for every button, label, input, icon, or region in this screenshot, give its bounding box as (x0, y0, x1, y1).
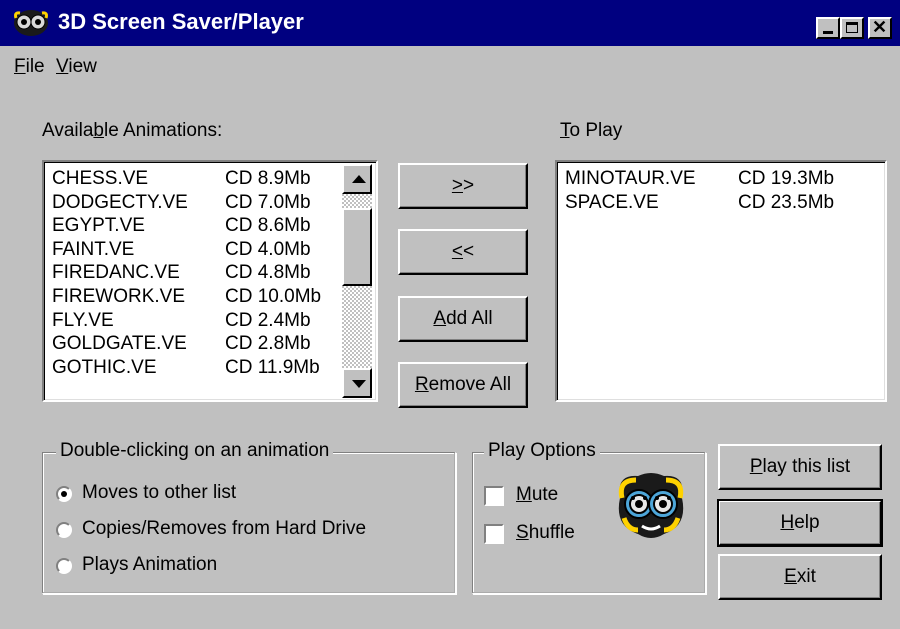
menu-file[interactable]: File (14, 56, 45, 78)
list-item-info: CD 8.6Mb (225, 215, 311, 237)
menu-file-label: ile (25, 56, 45, 77)
list-item-info: CD 2.8Mb (225, 333, 311, 355)
list-item-info: CD 7.0Mb (225, 191, 311, 213)
close-icon: ✕ (872, 17, 888, 37)
list-item-name: CHESS.VE (52, 168, 149, 189)
menu-view[interactable]: View (56, 56, 97, 78)
play-this-list-button[interactable]: Play this list (718, 444, 882, 490)
list-item-name: MINOTAUR.VE (565, 168, 696, 189)
list-item-info: CD 4.8Mb (225, 262, 311, 284)
radio-moves-label: Moves to other list (82, 482, 237, 503)
radio-plays-animation[interactable] (56, 558, 72, 574)
radio-copies-removes[interactable] (56, 522, 72, 538)
mute-checkbox[interactable] (484, 486, 504, 506)
available-listbox[interactable]: CHESS.VE CD 8.9Mb DODGECTY.VE CD 7.0Mb EGYPT… (42, 160, 378, 402)
list-item-info: CD 19.3Mb (738, 168, 835, 189)
shuffle-label: Shuffle (516, 522, 575, 543)
list-item[interactable]: FLY.VE CD 2.4Mb (52, 309, 311, 333)
shuffle-checkbox[interactable] (484, 524, 504, 544)
move-right-button[interactable]: >> (398, 163, 528, 209)
scroll-up-button[interactable] (342, 164, 372, 194)
list-item-info: CD 8.9Mb (225, 168, 311, 189)
radio-plays-label: Plays Animation (82, 554, 218, 575)
list-item-name: FAINT.VE (52, 238, 135, 260)
list-item-name: EGYPT.VE (52, 215, 145, 237)
list-item-info: CD 23.5Mb (738, 191, 835, 213)
move-left-button[interactable]: << (398, 229, 528, 275)
list-item-info: CD 11.9Mb (225, 356, 320, 378)
list-item[interactable]: SPACE.VE CD 23.5Mb (565, 191, 834, 215)
radio-copies-label: Copies/Removes from Hard Drive (82, 518, 367, 539)
list-item-name: FIREWORK.VE (52, 286, 186, 307)
list-item-info: CD 10.0Mb (225, 286, 322, 307)
list-item-name: GOLDGATE.VE (52, 333, 187, 355)
list-item[interactable]: DODGECTY.VE CD 7.0Mb (52, 191, 311, 215)
radio-moves-to-other-list[interactable] (56, 486, 72, 502)
list-item[interactable]: GOTHIC.VE CD 11.9Mb (52, 356, 320, 380)
remove-all-button[interactable]: Remove All (398, 362, 528, 408)
list-item[interactable]: FAINT.VE CD 4.0Mb (52, 238, 311, 262)
list-item[interactable]: FIREDANC.VE CD 4.8Mb (52, 261, 311, 285)
scroll-down-button[interactable] (342, 368, 372, 398)
double-click-legend: Double-clicking on an animation (56, 440, 334, 462)
list-item-info: CD 4.0Mb (225, 238, 311, 260)
menu-view-key: V (56, 56, 69, 77)
arrow-down-icon (352, 380, 366, 388)
arrow-up-icon (352, 175, 366, 183)
list-item-name: DODGECTY.VE (52, 191, 188, 213)
list-item[interactable]: EGYPT.VE CD 8.6Mb (52, 214, 311, 238)
minimize-icon (823, 31, 833, 34)
app-icon (14, 10, 48, 36)
list-item[interactable]: CHESS.VE CD 8.9Mb (52, 167, 311, 191)
to-play-listbox[interactable]: MINOTAUR.VE CD 19.3Mb SPACE.VE CD 23.5Mb (555, 160, 887, 402)
film-reel-face-icon (618, 473, 684, 538)
menu-view-label: iew (68, 56, 97, 77)
maximize-icon (846, 22, 858, 33)
mute-label: Mute (516, 484, 559, 505)
to-play-label: To Play (560, 120, 623, 141)
window-title: 3D Screen Saver/Player (58, 9, 304, 34)
play-options-legend: Play Options (484, 440, 600, 462)
list-item-name: GOTHIC.VE (52, 356, 157, 378)
list-item[interactable]: FIREWORK.VE CD 10.0Mb (52, 285, 321, 309)
maximize-button[interactable] (840, 17, 864, 39)
available-scrollbar[interactable] (342, 164, 372, 398)
list-item[interactable]: MINOTAUR.VE CD 19.3Mb (565, 167, 834, 191)
add-all-button[interactable]: Add All (398, 296, 528, 342)
scroll-thumb[interactable] (342, 208, 372, 286)
list-item[interactable]: GOLDGATE.VE CD 2.8Mb (52, 332, 311, 356)
exit-button[interactable]: Exit (718, 554, 882, 600)
list-item-name: SPACE.VE (565, 191, 659, 213)
available-label: Available Animations: (42, 120, 223, 141)
list-item-name: FIREDANC.VE (52, 262, 180, 284)
menu-file-key: F (14, 56, 26, 77)
list-item-info: CD 2.4Mb (225, 309, 311, 331)
help-button[interactable]: Help (717, 499, 883, 547)
close-button[interactable]: ✕ (868, 17, 892, 39)
minimize-button[interactable] (816, 17, 840, 39)
list-item-name: FLY.VE (52, 309, 114, 331)
